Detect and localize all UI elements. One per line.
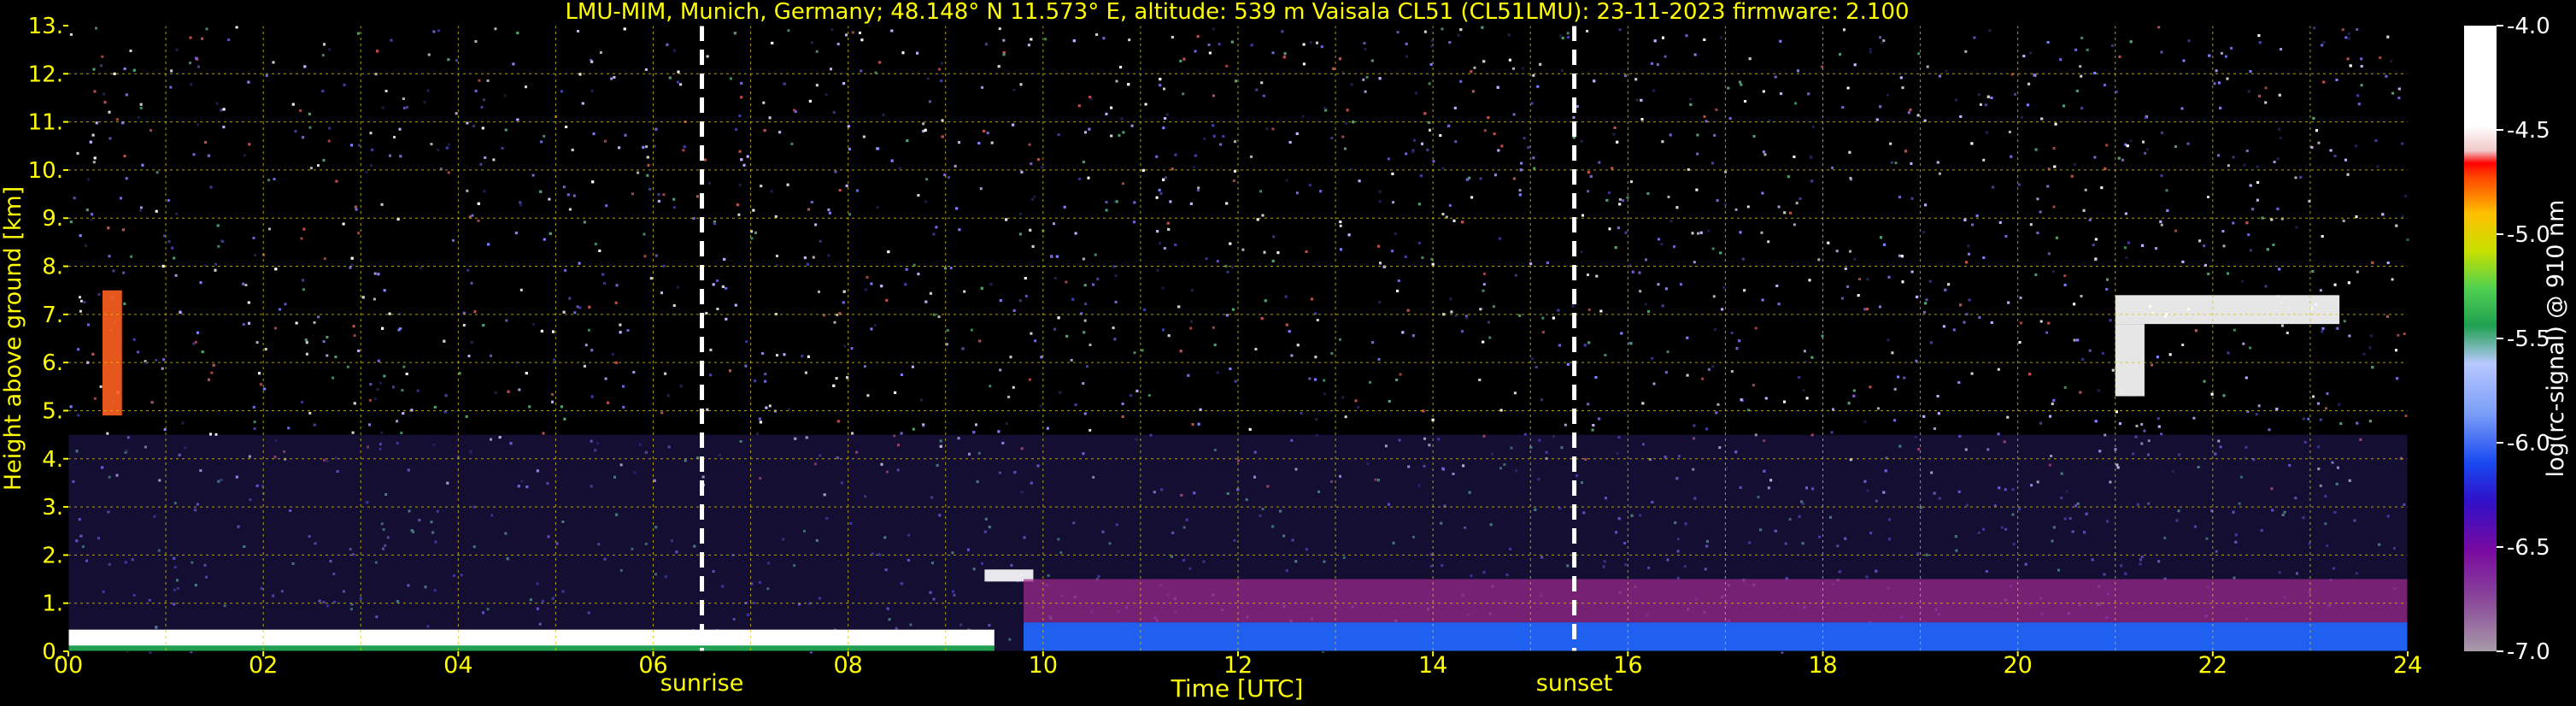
- x-tick-label: 20: [2003, 652, 2032, 679]
- y-tick-label: 1.: [42, 591, 63, 617]
- colorbar-gradient: [2464, 26, 2497, 651]
- x-tick-label: 02: [249, 652, 278, 679]
- x-tick-label: 06: [638, 652, 667, 679]
- y-tick-label: 2.: [42, 543, 63, 568]
- x-tick-label: 22: [2198, 652, 2227, 679]
- sunrise-label: sunrise: [660, 670, 744, 697]
- y-tick-label: 3.: [42, 495, 63, 521]
- y-tick-label: 7.: [42, 303, 63, 328]
- colorbar-tick-label: -4.5: [2507, 118, 2550, 144]
- cloud-4: [2115, 324, 2145, 397]
- x-tick-label: 18: [1808, 652, 1837, 679]
- aerosol-layer: [1024, 622, 2408, 651]
- x-tick-label: 04: [443, 652, 472, 679]
- y-tick-label: 4.: [42, 447, 63, 473]
- x-tick-label: 14: [1418, 652, 1447, 679]
- y-tick-label: 8.: [42, 255, 63, 280]
- y-tick-label: 0.: [42, 639, 63, 665]
- colorbar-tick-label: -7.0: [2507, 639, 2550, 665]
- y-tick-label: 9.: [42, 206, 63, 232]
- colorbar-label: log(rc-signal) @ 910 nm: [2543, 200, 2569, 478]
- y-tick-label: 13.: [28, 14, 63, 39]
- y-tick-label: 5.: [42, 398, 63, 424]
- cloud-3: [102, 290, 122, 416]
- y-tick-label: 6.: [42, 350, 63, 376]
- y-tick-label: 10.: [28, 158, 63, 184]
- y-axis-label: Height above ground [km]: [0, 186, 26, 491]
- x-axis-label: Time [UTC]: [1171, 674, 1304, 703]
- y-tick-label: 12.: [28, 62, 63, 87]
- ceilometer-chart: sunrise sunset 00 02 04 06 08 10 12 14 16 18 20 22 24…: [0, 0, 2576, 706]
- chart-title: LMU-MIM, Munich, Germany; 48.148° N 11.5…: [565, 0, 1909, 25]
- boundary-layer-base: [68, 645, 995, 651]
- boundary-layer: [68, 629, 995, 647]
- sunset-label: sunset: [1536, 670, 1613, 697]
- colorbar-tick-label: -4.0: [2507, 14, 2550, 39]
- x-tick-label: 08: [833, 652, 862, 679]
- y-tick-label: 11.: [28, 110, 63, 136]
- x-tick-label: 16: [1613, 652, 1642, 679]
- colorbar-tick-label: -6.5: [2507, 535, 2550, 561]
- x-tick-label: 24: [2393, 652, 2422, 679]
- aerosol-layer-upper: [1024, 579, 2408, 623]
- x-tick-label: 10: [1029, 652, 1058, 679]
- cloud-5: [2115, 295, 2340, 325]
